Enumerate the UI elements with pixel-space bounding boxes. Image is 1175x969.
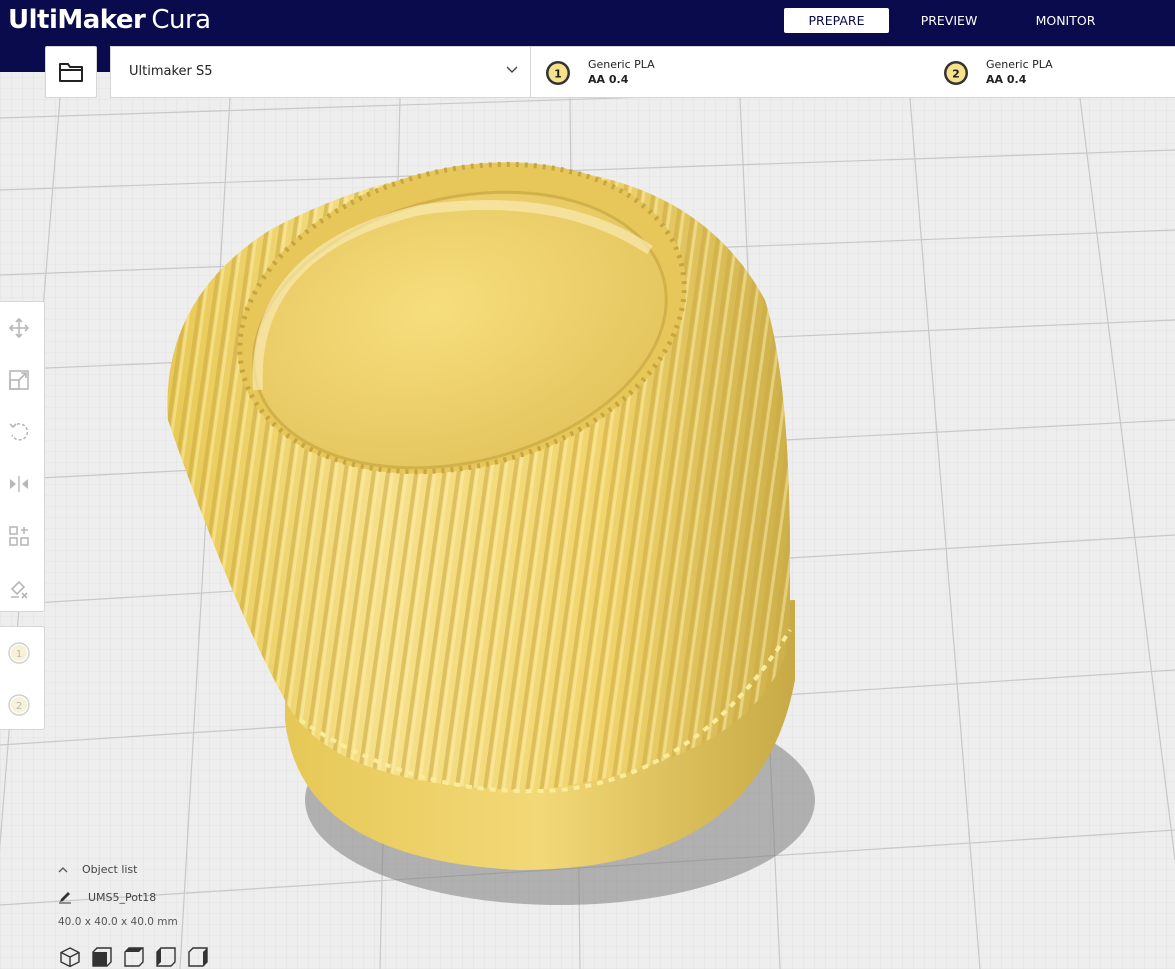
extruder-2-config[interactable]: 2 Generic PLA AA 0.4 <box>929 47 1175 97</box>
open-file-button[interactable] <box>45 46 97 98</box>
tab-preview[interactable]: PREVIEW <box>889 8 1009 33</box>
extruder-2-material: Generic PLA <box>986 58 1053 71</box>
chevron-up-icon <box>58 866 68 872</box>
build-plate-grid <box>0 0 1175 969</box>
object-dimensions: 40.0 x 40.0 x 40.0 mm <box>58 916 178 928</box>
tab-monitor[interactable]: MONITOR <box>1009 8 1122 33</box>
scale-icon <box>9 370 29 390</box>
support-blocker-tool[interactable] <box>6 575 32 601</box>
extruder-1-core: AA 0.4 <box>588 73 629 86</box>
folder-icon <box>59 63 83 82</box>
chevron-down-icon <box>506 66 518 73</box>
object-list-panel: Object list UMS5_Pot18 40.0 x 40.0 x 40.… <box>58 860 358 969</box>
svg-text:2: 2 <box>16 701 22 712</box>
tool-panel <box>0 301 45 612</box>
extruder-2-tool-icon: 2 <box>8 694 30 716</box>
printer-name: Ultimaker S5 <box>129 64 213 79</box>
stage-tabs: PREPARE PREVIEW MONITOR <box>784 8 1122 33</box>
mirror-icon <box>10 476 28 492</box>
object-name: UMS5_Pot18 <box>88 890 157 904</box>
view-front-button[interactable] <box>90 946 114 968</box>
extruder-2-tool[interactable]: 2 <box>6 692 32 718</box>
svg-text:1: 1 <box>554 68 562 81</box>
machine-selector-bar: Ultimaker S5 1 Generic PLA AA 0.4 2 Gene… <box>110 46 1175 98</box>
scale-tool[interactable] <box>6 367 32 393</box>
extruder-2-core: AA 0.4 <box>986 73 1027 86</box>
extruder-1-config[interactable]: 1 Generic PLA AA 0.4 <box>531 47 831 97</box>
front-view-icon <box>92 947 112 967</box>
extruder-1-tool[interactable]: 1 <box>6 640 32 666</box>
extruder-2-icon: 2 <box>944 61 968 85</box>
object-name-row[interactable]: UMS5_Pot18 <box>58 888 156 906</box>
extruder-1-material: Generic PLA <box>588 58 655 71</box>
build-plate-viewport[interactable] <box>0 0 1175 969</box>
right-view-icon <box>188 947 208 967</box>
left-view-icon <box>156 947 176 967</box>
support-blocker-icon <box>10 580 28 599</box>
app-logo: UltiMaker Cura <box>8 2 211 38</box>
rotate-tool[interactable] <box>6 419 32 445</box>
extruder-tool-panel: 1 2 <box>0 626 45 730</box>
view-left-button[interactable] <box>154 946 178 968</box>
per-model-settings-tool[interactable] <box>6 523 32 549</box>
move-icon <box>8 317 30 339</box>
per-model-settings-icon <box>9 526 29 546</box>
svg-text:1: 1 <box>16 649 22 660</box>
move-tool[interactable] <box>6 315 32 341</box>
printer-selector[interactable]: Ultimaker S5 <box>111 47 531 97</box>
extruder-1-icon: 1 <box>546 61 570 85</box>
extruder-1-tool-icon: 1 <box>8 642 30 664</box>
object-list-toggle[interactable]: Object list <box>58 860 137 878</box>
camera-view-buttons <box>58 946 218 968</box>
view-top-button[interactable] <box>122 946 146 968</box>
pencil-icon <box>59 892 71 904</box>
tab-prepare[interactable]: PREPARE <box>784 8 889 33</box>
logo-product: Cura <box>151 5 211 35</box>
3d-view-icon <box>60 947 80 968</box>
view-right-button[interactable] <box>186 946 210 968</box>
object-list-title: Object list <box>82 862 138 876</box>
rotate-icon <box>9 423 29 441</box>
mirror-tool[interactable] <box>6 471 32 497</box>
svg-text:2: 2 <box>952 68 960 81</box>
view-3d-button[interactable] <box>58 946 82 968</box>
logo-brand: UltiMaker <box>8 5 146 35</box>
top-view-icon <box>124 947 144 967</box>
